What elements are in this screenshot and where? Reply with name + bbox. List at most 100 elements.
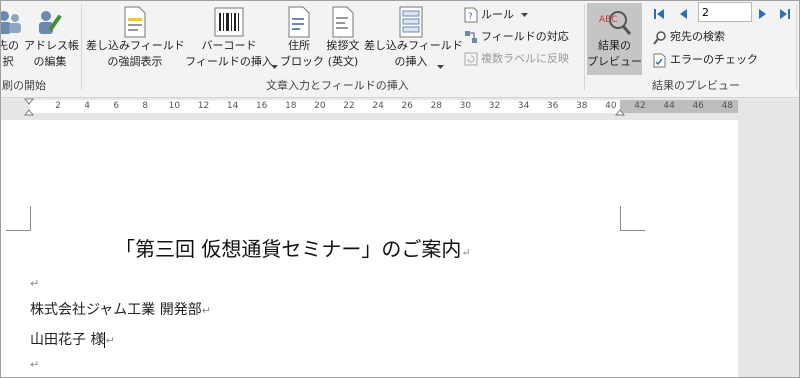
document-title-text: 「第三回 仮想通貨セミナー」のご案内 <box>115 237 462 261</box>
document-title[interactable]: 「第三回 仮想通貨セミナー」のご案内↵ <box>115 233 471 262</box>
ruler-tick-label: 22 <box>343 101 355 111</box>
first-record-icon <box>654 9 664 19</box>
recipient-text: 山田花子 様 <box>30 332 105 348</box>
record-number-input[interactable] <box>698 2 752 22</box>
document-page[interactable]: 「第三回 仮想通貨セミナー」のご案内↵ ↵ 株式会社ジャム工業 開発部↵ 山田花… <box>0 120 738 378</box>
address-book-icon <box>39 11 62 34</box>
next-record-icon <box>759 9 766 19</box>
insert-barcode-field-button[interactable]: バーコード フィールドの挿入 <box>182 6 278 70</box>
paragraph-mark: ↵ <box>105 334 115 347</box>
edit-address-book-label-top: アドレス帳 <box>24 39 79 52</box>
previous-record-button[interactable] <box>676 6 690 20</box>
ruler-tick-label: 2 <box>55 101 61 111</box>
ruler-tick-label: 20 <box>314 101 326 111</box>
highlight-fields-label-bottom: の強調表示 <box>107 55 163 68</box>
barcode-label-bottom: フィールドの挿入 <box>185 55 273 68</box>
empty-paragraph[interactable]: ↵ <box>30 356 39 372</box>
barcode-icon <box>214 7 244 37</box>
group-label-write-insert: 文章入力とフィールドの挿入 <box>266 79 409 92</box>
address-block-label-top: 住所 <box>288 39 310 52</box>
highlight-merge-fields-button[interactable]: 差し込みフィールド の強調表示 <box>86 6 185 70</box>
rules-button[interactable]: ? ルール <box>464 6 531 24</box>
paragraph-mark: ↵ <box>30 277 40 290</box>
ruler-tick-label: 32 <box>488 101 501 111</box>
preview-results-button[interactable]: ABC 結果の プレビュー <box>587 8 642 70</box>
update-labels-label: 複数ラベルに反映 <box>481 52 569 65</box>
ruler-tick-label: 24 <box>372 101 384 111</box>
preview-results-label-top: 結果の <box>598 39 631 52</box>
select-recipients-label-bottom: 択 <box>2 55 14 68</box>
address-block-button[interactable]: 住所 ブロック <box>280 6 324 70</box>
barcode-label-top: バーコード <box>201 39 257 52</box>
indent-marker-icon[interactable] <box>24 98 34 116</box>
match-fields-label: フィールドの対応 <box>481 30 569 43</box>
greeting-line-button[interactable]: 挨拶文 (英文) <box>322 6 364 70</box>
find-recipient-button[interactable]: 宛先の検索 <box>652 28 725 46</box>
recipient-line[interactable]: 山田花子 様↵ <box>30 329 115 349</box>
ruler-tick-label: 8 <box>142 101 149 111</box>
preview-badge-text: ABC <box>599 15 617 25</box>
people-icon <box>0 11 21 34</box>
margin-corner-top-left <box>6 206 31 231</box>
last-record-button[interactable] <box>778 6 792 20</box>
ruler-tick-label: 12 <box>197 101 210 111</box>
highlight-fields-label-top: 差し込みフィールド <box>86 39 185 52</box>
ruler-tick-label: 26 <box>401 101 413 111</box>
ruler-tick-label: 40 <box>605 101 617 111</box>
ruler-tick-label: 14 <box>226 101 239 111</box>
insert-merge-field-label-top: 差し込みフィールド <box>364 39 463 52</box>
highlight-fields-icon <box>124 6 146 38</box>
horizontal-ruler[interactable]: 2 4 6 8 10 12 14 16 18 20 22 24 26 28 30 32 34 36 38 40 42 44… <box>0 98 800 116</box>
check-errors-label: エラーのチェック <box>670 53 758 66</box>
empty-paragraph[interactable]: ↵ <box>30 275 39 291</box>
dropdown-arrow-icon <box>437 65 444 69</box>
dropdown-arrow-icon <box>271 65 278 69</box>
ruler-tick-label: 36 <box>546 101 559 111</box>
first-record-button[interactable] <box>652 6 666 20</box>
ruler-tick-label: 10 <box>168 101 181 111</box>
select-recipients-button[interactable]: 先の 択 <box>0 8 24 70</box>
address-block-icon <box>288 6 310 38</box>
find-recipient-label: 宛先の検索 <box>670 30 725 43</box>
ruler-tick-label: 6 <box>113 101 120 111</box>
ruler-tick-label: 34 <box>517 101 530 111</box>
ruler-tick-label: 16 <box>255 101 268 111</box>
rules-label: ルール <box>481 8 514 21</box>
dropdown-arrow-icon <box>520 12 528 17</box>
check-errors-button[interactable]: エラーのチェック <box>652 51 758 69</box>
greeting-line-label-top: 挨拶文 <box>326 39 360 52</box>
ruler-tick-label: 18 <box>285 101 297 111</box>
previous-record-icon <box>680 9 687 19</box>
preview-results-icon: ABC <box>599 11 631 35</box>
ruler-tick-label: 28 <box>430 101 443 111</box>
paragraph-mark: ↵ <box>461 246 471 259</box>
edit-address-book-button[interactable]: アドレス帳 の編集 <box>24 8 79 70</box>
paragraph-mark: ↵ <box>201 304 211 317</box>
address-block-label-bottom: ブロック <box>280 55 324 68</box>
edit-address-book-label-bottom: の編集 <box>33 55 67 68</box>
match-fields-button[interactable]: フィールドの対応 <box>464 28 569 46</box>
group-label-start: 刷の開始 <box>2 79 46 92</box>
ruler-tick-label: 44 <box>663 101 675 111</box>
last-record-icon <box>780 9 790 19</box>
group-separator <box>81 4 82 90</box>
greeting-line-icon <box>332 6 354 38</box>
select-recipients-label-top: 先の <box>0 39 19 52</box>
update-labels-button[interactable]: 複数ラベルに反映 <box>464 50 569 68</box>
company-text: 株式会社ジャム工業 開発部 <box>30 302 202 318</box>
group-separator <box>796 4 797 90</box>
company-line[interactable]: 株式会社ジャム工業 開発部↵ <box>30 299 211 319</box>
rules-icon: ? <box>464 7 478 23</box>
find-recipient-icon <box>653 30 666 45</box>
check-errors-icon <box>653 53 666 67</box>
next-record-button[interactable] <box>756 6 770 20</box>
svg-text:?: ? <box>468 12 473 22</box>
ruler-tick-label: 48 <box>721 101 734 111</box>
ruler-tick-label: 4 <box>84 101 90 111</box>
update-labels-icon <box>464 52 478 66</box>
ruler-tick-label: 38 <box>576 101 588 111</box>
preview-results-label-bottom: プレビュー <box>587 55 642 68</box>
group-label-preview: 結果のプレビュー <box>652 79 740 92</box>
match-fields-icon <box>465 31 477 43</box>
insert-merge-field-button[interactable]: 差し込みフィールド の挿入 <box>364 6 463 70</box>
